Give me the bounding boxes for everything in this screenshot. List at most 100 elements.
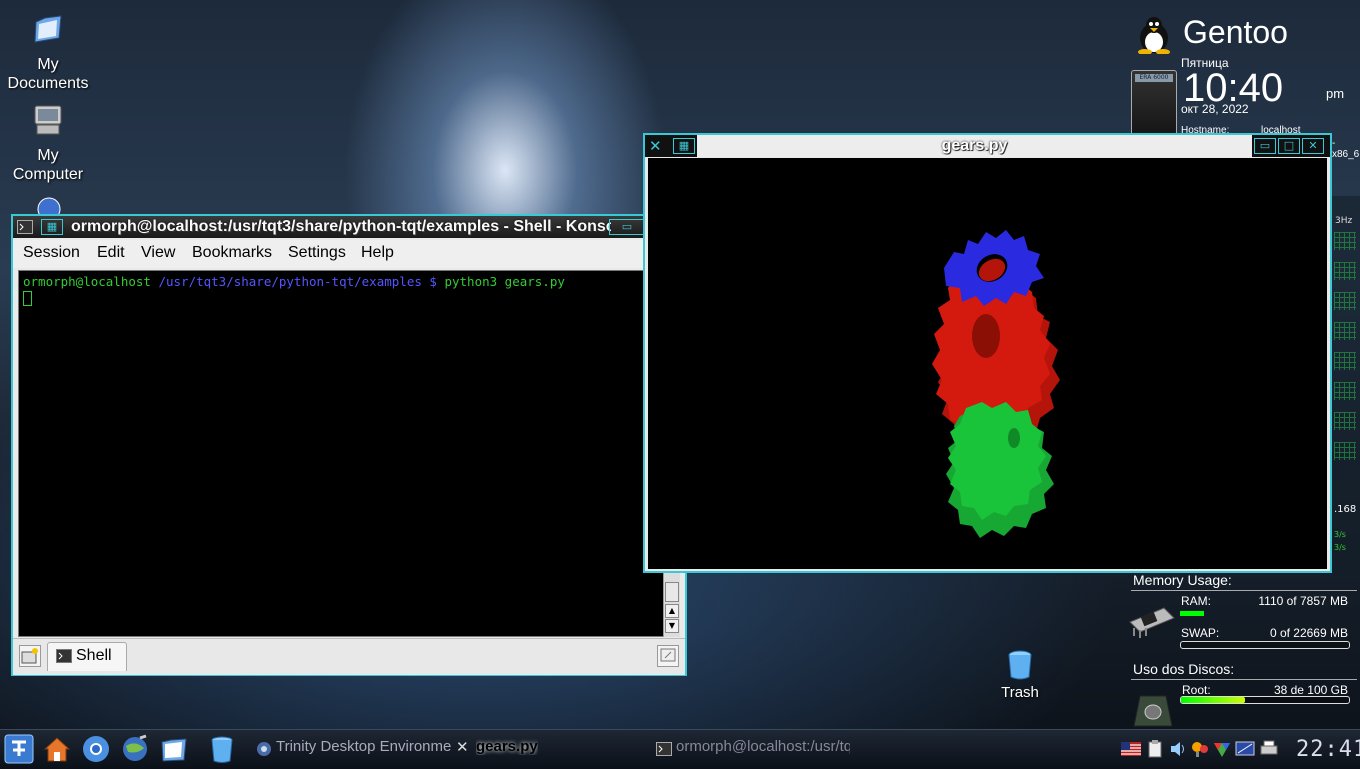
root-value: 38 de 100 GB (1273, 683, 1348, 697)
net-rate-fragment: 3/s (1334, 530, 1346, 539)
cpu-graph (1334, 442, 1356, 460)
clipboard-icon[interactable] (1145, 739, 1165, 759)
konsole-titlebar[interactable]: ▦ ormorph@localhost:/usr/tqt3/share/pyth… (13, 216, 685, 238)
gears-title: gears.py (941, 137, 1008, 154)
session-tab-shell[interactable]: Shell (47, 642, 127, 671)
scroll-down-button[interactable]: ▼ (665, 619, 679, 633)
divider (1131, 590, 1357, 591)
ram-label: RAM: (1181, 594, 1211, 608)
konsole-menubar: Session Edit View Bookmarks Settings Hel… (13, 240, 685, 268)
trash-icon[interactable] (207, 734, 237, 764)
ram-bar-fill (1180, 611, 1204, 616)
task-button-trinity[interactable]: Trinity Desktop Environment (254, 734, 452, 764)
minimize-button[interactable]: ▭ (1254, 138, 1276, 154)
close-button[interactable]: ✕ (1302, 138, 1324, 154)
volume-icon[interactable] (1168, 739, 1188, 759)
cpu-graph (1334, 382, 1356, 400)
chromium-browser-icon[interactable] (81, 734, 111, 764)
menu-help[interactable]: Help (361, 244, 394, 262)
x-app-icon[interactable]: ✕ (649, 137, 662, 155)
minimize-button[interactable]: ▭ (609, 219, 645, 235)
printer-icon[interactable] (1259, 739, 1279, 759)
root-label: Root: (1182, 683, 1211, 697)
terminal-icon[interactable] (17, 220, 33, 234)
ram-bar (1180, 611, 1348, 617)
desktop-icon-trash[interactable]: Trash (990, 650, 1050, 701)
cpu-freq-fragment: 3Hz (1335, 216, 1353, 226)
ip-fragment: .168 (1334, 504, 1357, 515)
new-session-button[interactable] (19, 645, 41, 667)
window-menu-button[interactable]: ▦ (41, 219, 63, 235)
desktop-icon-my-computer[interactable]: My Computer (3, 103, 93, 184)
task-label-gears: gears.py (476, 738, 538, 755)
disk-usage-title: Uso dos Discos: (1133, 661, 1235, 677)
memory-usage-title: Memory Usage: (1133, 572, 1232, 588)
my-documents-label-1: My (37, 56, 59, 73)
keyboard-layout-us-flag-icon[interactable] (1121, 739, 1141, 759)
konsole-title: ormorph@localhost:/usr/tqt3/share/python… (71, 218, 611, 235)
cpu-graph (1334, 412, 1356, 430)
opengl-canvas[interactable] (648, 158, 1327, 569)
close-session-button[interactable] (657, 645, 679, 667)
terminal-cursor (23, 291, 32, 306)
desktop-icon-my-documents[interactable]: My Documents (3, 12, 93, 93)
window-menu-button[interactable]: ▦ (673, 138, 695, 154)
display-settings-icon[interactable] (1190, 739, 1210, 759)
divider (1131, 679, 1357, 680)
folder-documents-icon (34, 15, 62, 43)
menu-bookmarks[interactable]: Bookmarks (192, 244, 272, 262)
x-app-icon: ✕ (456, 738, 469, 756)
cpu-graph (1334, 352, 1356, 370)
prompt-command: python3 gears.py (444, 274, 565, 289)
my-computer-label-1: My (37, 147, 59, 164)
tux-penguin-icon (1138, 17, 1170, 54)
prompt-user: ormorph@localhost (23, 274, 151, 289)
distro-name: Gentoo (1183, 14, 1288, 50)
terminal-area[interactable]: ormorph@localhost /usr/tqt3/share/python… (18, 270, 664, 637)
net-rate-fragment: 3/s (1334, 543, 1346, 552)
taskbar-clock[interactable]: 22:41 (1296, 737, 1360, 762)
swap-value: 0 of 22669 MB (1269, 626, 1348, 640)
gears-titlebar[interactable]: ✕ ▦ gears.py ▭ □ ✕ (645, 135, 1330, 157)
ram-value: 1110 of 7857 MB (1258, 594, 1348, 608)
menu-edit[interactable]: Edit (97, 244, 125, 262)
root-bar-fill (1181, 697, 1245, 703)
hard-disk-icon (1133, 695, 1173, 727)
cpu-graph (1334, 262, 1356, 280)
terminal-prompt-line: ormorph@localhost /usr/tqt3/share/python… (23, 274, 565, 289)
color-wheel-icon[interactable] (1212, 739, 1232, 759)
gears-window[interactable]: ✕ ▦ gears.py ▭ □ ✕ (643, 133, 1332, 573)
menu-session[interactable]: Session (23, 244, 80, 262)
swap-bar (1180, 641, 1350, 649)
gears-scene (932, 230, 1060, 538)
task-button-gears[interactable]: ✕ gears.py (454, 734, 644, 764)
konsole-window[interactable]: ▦ ormorph@localhost:/usr/tqt3/share/pyth… (11, 214, 687, 676)
task-button-konsole[interactable]: ormorph@localhost:/usr/tqt3/share/python… (654, 734, 850, 764)
my-documents-label-2: Documents (7, 75, 89, 92)
network-globe-icon[interactable] (36, 196, 62, 216)
network-monitor-icon[interactable] (1235, 739, 1255, 759)
home-folder-icon[interactable] (42, 734, 72, 764)
konsole-tabbar: Shell (13, 638, 685, 675)
trash-icon (1008, 650, 1032, 680)
menu-settings[interactable]: Settings (288, 244, 346, 262)
clock-date: окт 28, 2022 (1181, 102, 1249, 116)
task-label-konsole: ormorph@localhost:/usr/tqt3/share/python… (676, 738, 850, 755)
maximize-button[interactable]: □ (1278, 138, 1300, 154)
ram-chip-icon (1129, 607, 1175, 638)
scrollbar-grip[interactable] (665, 582, 679, 602)
trinity-task-icon (257, 742, 271, 756)
task-label-trinity: Trinity Desktop Environment (276, 738, 452, 755)
web-browser-globe-icon[interactable] (120, 734, 150, 764)
swap-label: SWAP: (1181, 626, 1220, 640)
kernel-fragment: -x86_6 (1332, 138, 1360, 160)
prompt-symbol: $ (429, 274, 437, 289)
menu-view[interactable]: View (141, 244, 175, 262)
trash-label: Trash (1001, 684, 1039, 701)
taskbar: Trinity Desktop Environment ✕ gears.py o… (0, 729, 1360, 769)
session-tab-label: Shell (76, 647, 112, 664)
close-session-icon (660, 648, 676, 662)
trinity-menu-icon[interactable] (4, 734, 34, 764)
scroll-up-button[interactable]: ▲ (665, 604, 679, 618)
file-manager-icon[interactable] (159, 734, 189, 764)
